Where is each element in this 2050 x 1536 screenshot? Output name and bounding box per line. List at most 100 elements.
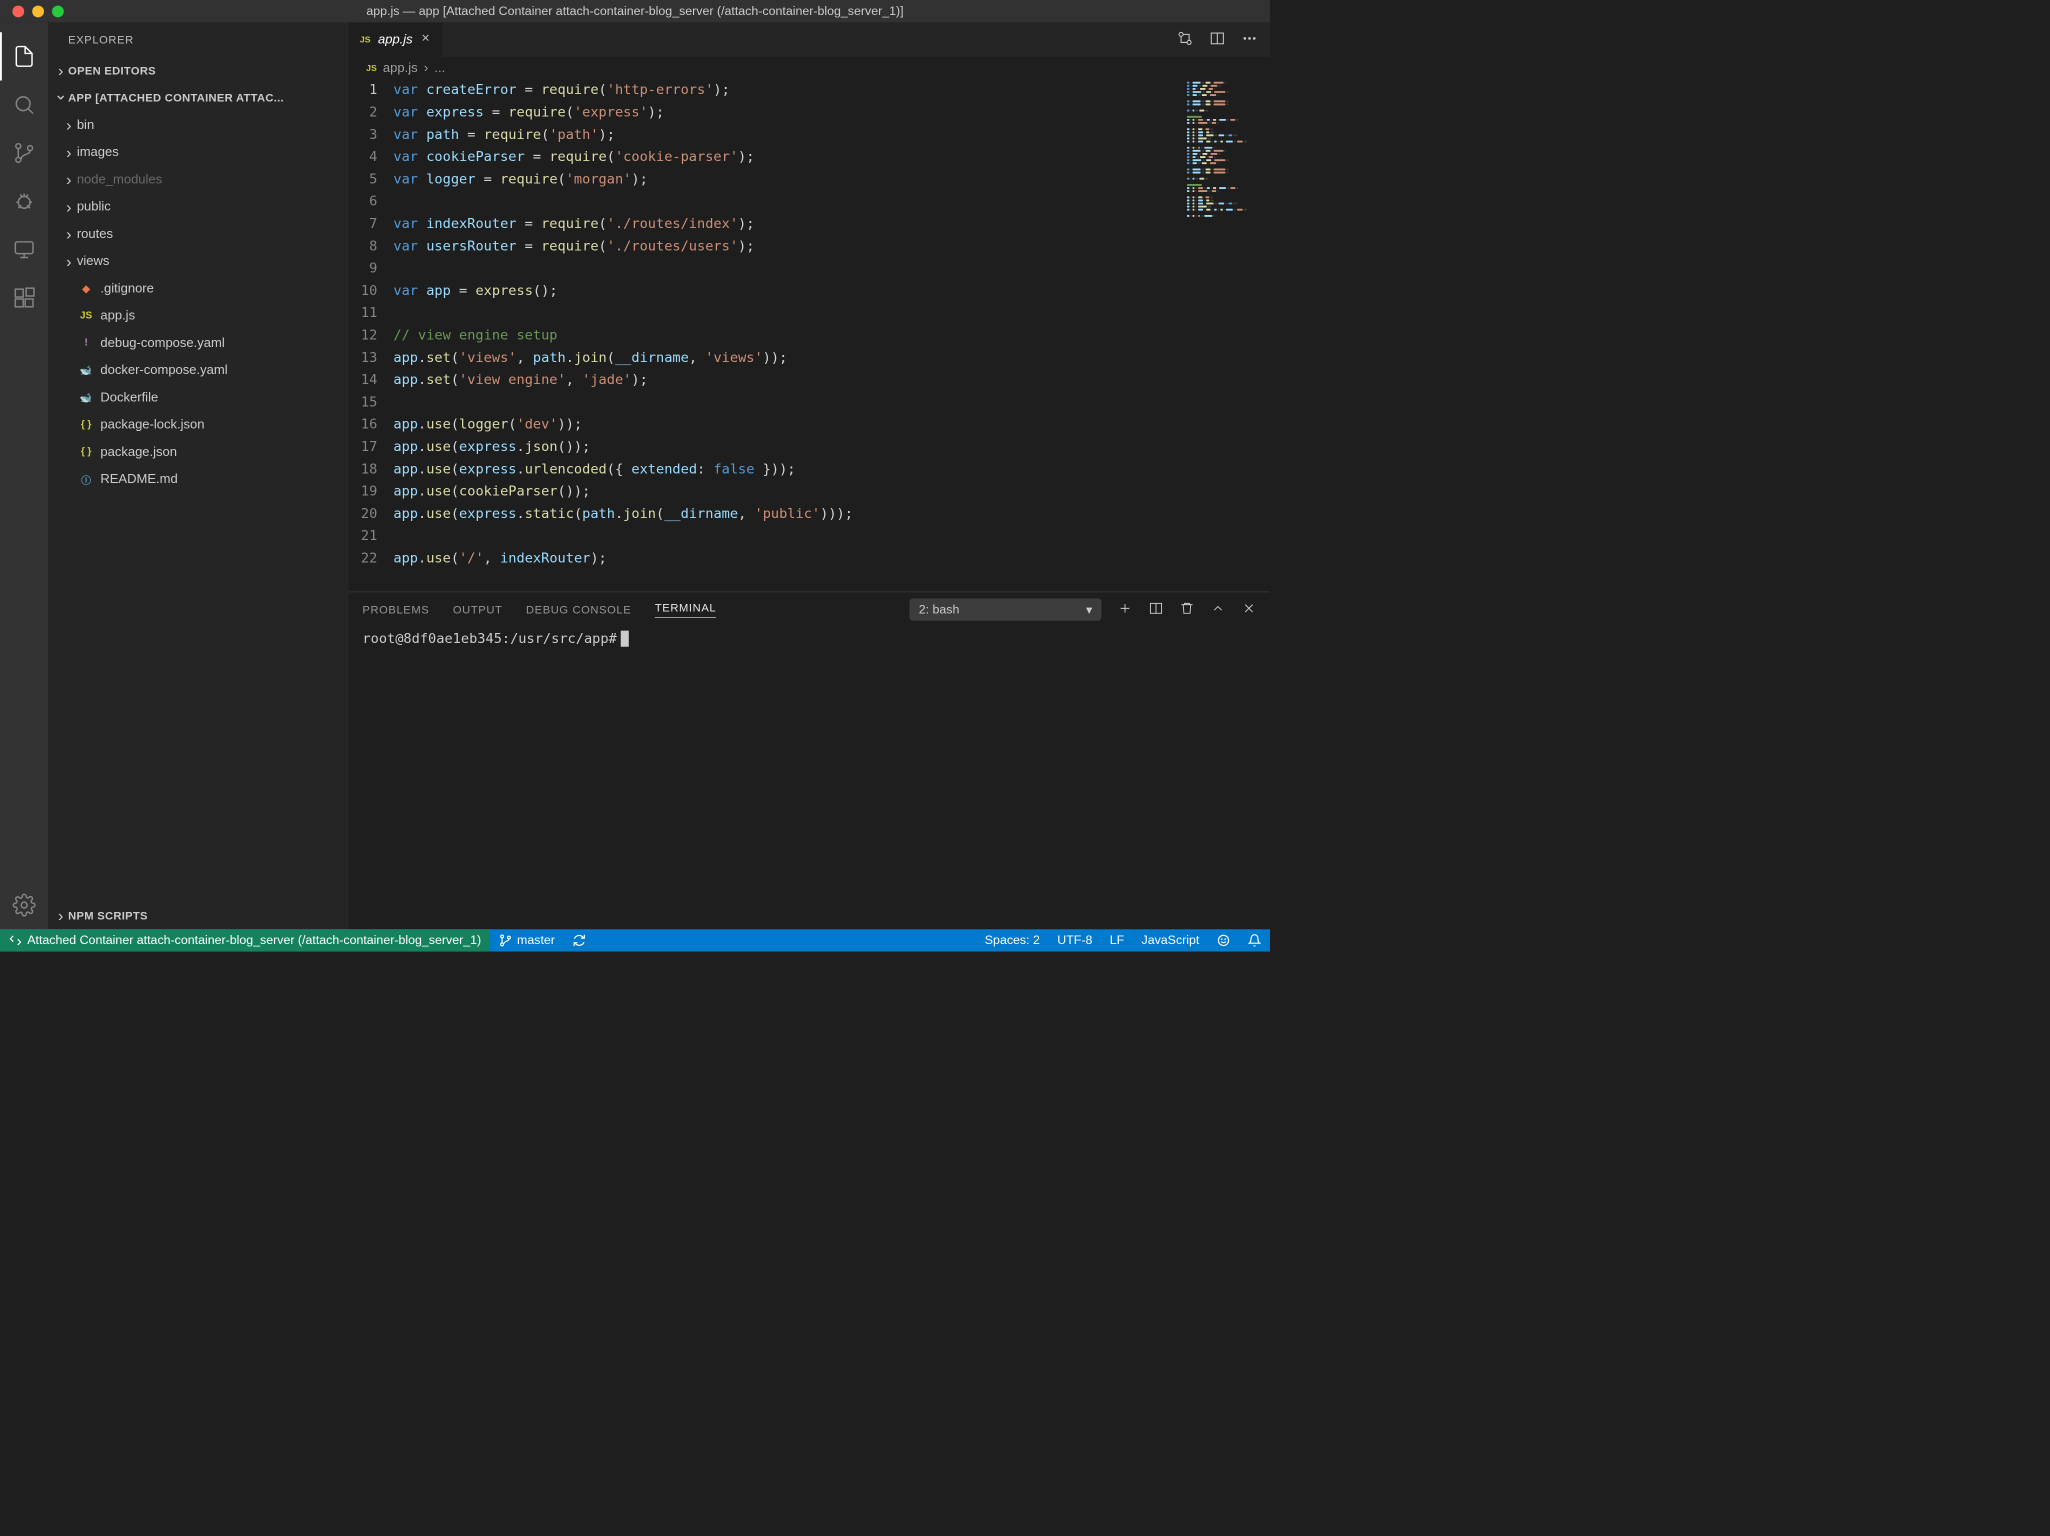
folder-public[interactable]: public [48, 193, 348, 220]
activity-search[interactable] [0, 81, 48, 129]
bell-icon [1248, 934, 1262, 948]
chevron-up-icon [1211, 601, 1226, 616]
file-readme-md[interactable]: ⓘREADME.md [48, 466, 348, 493]
terminal-selector-label: 2: bash [919, 602, 960, 616]
remote-icon [12, 238, 36, 262]
status-feedback[interactable] [1208, 929, 1239, 951]
more-actions-button[interactable] [1241, 30, 1257, 49]
activity-bar [0, 22, 48, 929]
close-icon [420, 32, 431, 43]
status-bell[interactable] [1239, 929, 1270, 951]
file-dockerfile[interactable]: 🐋 Dockerfile [48, 384, 348, 411]
js-icon: JS [366, 63, 377, 73]
file-package-lock-json[interactable]: { }package-lock.json [48, 411, 348, 438]
extensions-icon [12, 286, 36, 310]
activity-settings[interactable] [0, 881, 48, 929]
tree-item-label: package.json [100, 445, 177, 460]
json-icon: { } [77, 447, 96, 458]
terminal-body[interactable]: root@8df0ae1eb345:/usr/src/app# [349, 627, 1270, 929]
file-package-json[interactable]: { } package.json [48, 439, 348, 466]
file--gitignore[interactable]: ◆.gitignore [48, 275, 348, 302]
bottom-panel: PROBLEMS OUTPUT DEBUG CONSOLE TERMINAL 2… [349, 592, 1270, 930]
section-open-editors[interactable]: OPEN EDITORS [48, 57, 348, 84]
activity-remote[interactable] [0, 225, 48, 273]
terminal-prompt: root@8df0ae1eb345:/usr/src/app# [362, 631, 616, 646]
status-sync[interactable] [564, 929, 595, 951]
section-npm-scripts[interactable]: NPM SCRIPTS [48, 902, 348, 929]
compare-icon [1177, 30, 1193, 46]
breadcrumb-sep: › [424, 61, 428, 76]
editor-body[interactable]: 12345678910111213141516171819202122 var … [349, 79, 1270, 591]
close-panel-button[interactable] [1241, 601, 1256, 619]
status-remote[interactable]: Attached Container attach-container-blog… [0, 929, 490, 951]
tab-app-js[interactable]: JS app.js [349, 22, 443, 57]
minimize-window-button[interactable] [32, 5, 44, 17]
tree-item-label: node_modules [77, 172, 162, 187]
git-branch-icon [12, 141, 36, 165]
close-tab-button[interactable] [420, 32, 431, 47]
close-window-button[interactable] [12, 5, 24, 17]
panel-tab-output[interactable]: OUTPUT [453, 603, 503, 616]
new-terminal-button[interactable] [1118, 601, 1133, 619]
tree-item-label: images [77, 145, 119, 160]
tree-item-label: public [77, 199, 111, 214]
section-workspace[interactable]: APP [ATTACHED CONTAINER ATTAC... [48, 84, 348, 111]
split-icon [1209, 30, 1225, 46]
status-language[interactable]: JavaScript [1133, 929, 1208, 951]
folder-images[interactable]: images [48, 139, 348, 166]
panel-tab-debug-console[interactable]: DEBUG CONSOLE [526, 603, 631, 616]
tree-item-label: Dockerfile [100, 390, 158, 405]
minimap[interactable] [1183, 79, 1270, 240]
breadcrumb-more: ... [434, 61, 445, 76]
chevron-right-icon [61, 172, 77, 188]
file-debug-compose-yaml[interactable]: !debug-compose.yaml [48, 330, 348, 357]
activity-debug[interactable] [0, 177, 48, 225]
smiley-icon [1217, 934, 1231, 948]
code-content[interactable]: var createError = require('http-errors')… [393, 79, 1270, 591]
docker-icon: 🐋 [77, 392, 96, 404]
breadcrumbs[interactable]: JS app.js › ... [349, 57, 1270, 79]
sidebar: EXPLORER OPEN EDITORS APP [ATTACHED CONT… [48, 22, 348, 929]
ellipsis-icon [1241, 30, 1257, 46]
tree-item-label: .gitignore [100, 281, 154, 296]
status-spaces[interactable]: Spaces: 2 [976, 929, 1048, 951]
activity-scm[interactable] [0, 129, 48, 177]
panel-tab-problems[interactable]: PROBLEMS [362, 603, 429, 616]
gear-icon [12, 893, 36, 917]
maximize-panel-button[interactable] [1211, 601, 1226, 619]
line-gutter: 12345678910111213141516171819202122 [349, 79, 394, 591]
split-terminal-button[interactable] [1149, 601, 1164, 619]
file-app-js[interactable]: JSapp.js [48, 302, 348, 329]
tabs-row: JS app.js [349, 22, 1270, 57]
files-icon [12, 45, 36, 69]
split-editor-button[interactable] [1209, 30, 1225, 49]
js-icon: JS [77, 310, 96, 321]
folder-node-modules[interactable]: node_modules [48, 166, 348, 193]
git-branch-icon [498, 934, 512, 948]
chevron-right-icon [61, 117, 77, 133]
folder-views[interactable]: views [48, 248, 348, 275]
kill-terminal-button[interactable] [1180, 601, 1195, 619]
folder-routes[interactable]: routes [48, 221, 348, 248]
split-icon [1149, 601, 1164, 616]
js-icon: JS [360, 35, 371, 45]
tab-actions [1177, 22, 1270, 57]
status-eol[interactable]: LF [1101, 929, 1133, 951]
file-tree: bin images node_modulespublic routesviews◆.… [48, 112, 348, 902]
file-docker-compose-yaml[interactable]: 🐋docker-compose.yaml [48, 357, 348, 384]
status-encoding[interactable]: UTF-8 [1049, 929, 1101, 951]
activity-extensions[interactable] [0, 274, 48, 322]
chevron-right-icon [53, 908, 68, 924]
chevron-right-icon [53, 63, 68, 79]
chevron-right-icon [61, 253, 77, 269]
dropdown-icon: ▾ [1086, 602, 1092, 617]
remote-indicator-icon [9, 934, 23, 948]
folder-bin[interactable]: bin [48, 112, 348, 139]
terminal-selector[interactable]: 2: bash ▾ [909, 598, 1101, 620]
compare-changes-button[interactable] [1177, 30, 1193, 49]
yaml-icon: ! [77, 338, 96, 349]
activity-explorer[interactable] [0, 32, 48, 80]
maximize-window-button[interactable] [52, 5, 64, 17]
status-branch[interactable]: master [490, 929, 564, 951]
panel-tab-terminal[interactable]: TERMINAL [655, 602, 716, 618]
